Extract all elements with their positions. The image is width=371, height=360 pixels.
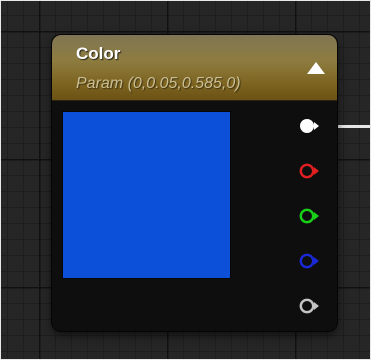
collapse-triangle-icon[interactable] (306, 61, 326, 75)
node-title: Color (76, 44, 121, 63)
node-header[interactable]: Color Param (0,0.05,0.585,0) (52, 35, 337, 101)
color-parameter-node[interactable]: Color Param (0,0.05,0.585,0) (52, 35, 337, 331)
node-subtitle: Param (0,0.05,0.585,0) (76, 75, 241, 92)
output-pin-blue-icon[interactable] (298, 251, 320, 271)
node-body (52, 101, 337, 331)
color-preview-swatch (62, 111, 231, 279)
output-pin-rgba-icon[interactable] (298, 116, 320, 136)
output-pin-green-icon[interactable] (298, 206, 320, 226)
output-pin-alpha-icon[interactable] (298, 296, 320, 316)
output-pin-red-icon[interactable] (298, 161, 320, 181)
